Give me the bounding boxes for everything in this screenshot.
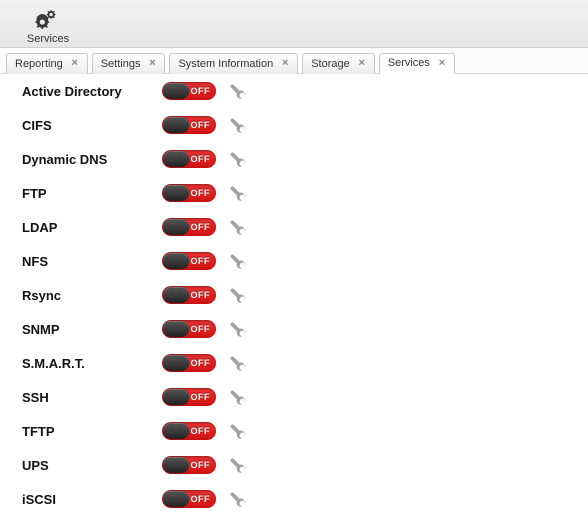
service-name: UPS xyxy=(22,458,162,473)
services-panel: Active Directory OFF CIFS OFF Dynamic DNS OFF… xyxy=(6,74,588,516)
tab-services[interactable]: Services × xyxy=(379,53,455,74)
service-row: FTP OFF xyxy=(6,176,588,210)
service-row: TFTP OFF xyxy=(6,414,588,448)
toggle-state-label: OFF xyxy=(191,392,211,402)
service-name: iSCSI xyxy=(22,492,162,507)
toggle-knob xyxy=(163,185,189,201)
toggle-state-label: OFF xyxy=(191,188,211,198)
tab-reporting[interactable]: Reporting × xyxy=(6,53,88,74)
service-name: Rsync xyxy=(22,288,162,303)
toolbar-item-label: Services xyxy=(27,33,69,45)
service-row: SNMP OFF xyxy=(6,312,588,346)
toggle-knob xyxy=(163,457,189,473)
wrench-icon[interactable] xyxy=(230,117,246,133)
service-toggle[interactable]: OFF xyxy=(162,218,216,236)
wrench-icon[interactable] xyxy=(230,321,246,337)
wrench-icon[interactable] xyxy=(230,423,246,439)
service-name: SSH xyxy=(22,390,162,405)
service-toggle[interactable]: OFF xyxy=(162,150,216,168)
toggle-knob xyxy=(163,117,189,133)
toggle-state-label: OFF xyxy=(191,154,211,164)
service-row: SSH OFF xyxy=(6,380,588,414)
wrench-icon[interactable] xyxy=(230,151,246,167)
tab-settings[interactable]: Settings × xyxy=(92,53,166,74)
service-toggle[interactable]: OFF xyxy=(162,388,216,406)
toggle-knob xyxy=(163,355,189,371)
toggle-knob xyxy=(163,321,189,337)
toggle-state-label: OFF xyxy=(191,324,211,334)
wrench-icon[interactable] xyxy=(230,491,246,507)
service-name: CIFS xyxy=(22,118,162,133)
service-toggle[interactable]: OFF xyxy=(162,354,216,372)
tab-label: System Information xyxy=(178,58,273,70)
service-toggle[interactable]: OFF xyxy=(162,184,216,202)
toggle-state-label: OFF xyxy=(191,460,211,470)
wrench-icon[interactable] xyxy=(230,219,246,235)
toggle-knob xyxy=(163,151,189,167)
close-icon[interactable]: × xyxy=(146,58,158,70)
service-name: S.M.A.R.T. xyxy=(22,356,162,371)
toggle-state-label: OFF xyxy=(191,290,211,300)
service-name: FTP xyxy=(22,186,162,201)
service-row: UPS OFF xyxy=(6,448,588,482)
toggle-state-label: OFF xyxy=(191,494,211,504)
service-row: S.M.A.R.T. OFF xyxy=(6,346,588,380)
toggle-knob xyxy=(163,491,189,507)
wrench-icon[interactable] xyxy=(230,253,246,269)
service-row: CIFS OFF xyxy=(6,108,588,142)
close-icon[interactable]: × xyxy=(69,58,81,70)
service-name: LDAP xyxy=(22,220,162,235)
toggle-state-label: OFF xyxy=(191,222,211,232)
service-row: Active Directory OFF xyxy=(6,74,588,108)
top-toolbar: Services xyxy=(0,0,588,48)
service-toggle[interactable]: OFF xyxy=(162,82,216,100)
toggle-state-label: OFF xyxy=(191,426,211,436)
tab-label: Settings xyxy=(101,58,141,70)
tab-label: Reporting xyxy=(15,58,63,70)
toggle-knob xyxy=(163,287,189,303)
close-icon[interactable]: × xyxy=(279,58,291,70)
service-row: Rsync OFF xyxy=(6,278,588,312)
service-toggle[interactable]: OFF xyxy=(162,490,216,508)
service-toggle[interactable]: OFF xyxy=(162,252,216,270)
service-name: NFS xyxy=(22,254,162,269)
service-row: LDAP OFF xyxy=(6,210,588,244)
close-icon[interactable]: × xyxy=(356,58,368,70)
tab-system-information[interactable]: System Information × xyxy=(169,53,298,74)
wrench-icon[interactable] xyxy=(230,389,246,405)
wrench-icon[interactable] xyxy=(230,185,246,201)
service-name: Dynamic DNS xyxy=(22,152,162,167)
service-toggle[interactable]: OFF xyxy=(162,286,216,304)
service-row: Dynamic DNS OFF xyxy=(6,142,588,176)
wrench-icon[interactable] xyxy=(230,457,246,473)
tab-label: Storage xyxy=(311,58,350,70)
toolbar-item-services[interactable]: Services xyxy=(18,7,78,45)
toggle-knob xyxy=(163,219,189,235)
toggle-state-label: OFF xyxy=(191,86,211,96)
toggle-knob xyxy=(163,83,189,99)
service-toggle[interactable]: OFF xyxy=(162,422,216,440)
service-name: Active Directory xyxy=(22,84,162,99)
toggle-state-label: OFF xyxy=(191,256,211,266)
toggle-state-label: OFF xyxy=(191,120,211,130)
tab-strip: Reporting×Settings×System Information×St… xyxy=(0,48,588,74)
toggle-knob xyxy=(163,253,189,269)
service-toggle[interactable]: OFF xyxy=(162,116,216,134)
tab-label: Services xyxy=(388,57,430,69)
service-row: NFS OFF xyxy=(6,244,588,278)
toggle-knob xyxy=(163,423,189,439)
service-toggle[interactable]: OFF xyxy=(162,456,216,474)
tab-storage[interactable]: Storage × xyxy=(302,53,375,74)
service-name: TFTP xyxy=(22,424,162,439)
gears-icon xyxy=(35,7,61,32)
toggle-state-label: OFF xyxy=(191,358,211,368)
wrench-icon[interactable] xyxy=(230,355,246,371)
service-row: iSCSI OFF xyxy=(6,482,588,516)
wrench-icon[interactable] xyxy=(230,83,246,99)
toggle-knob xyxy=(163,389,189,405)
service-toggle[interactable]: OFF xyxy=(162,320,216,338)
close-icon[interactable]: × xyxy=(436,57,448,69)
service-name: SNMP xyxy=(22,322,162,337)
wrench-icon[interactable] xyxy=(230,287,246,303)
